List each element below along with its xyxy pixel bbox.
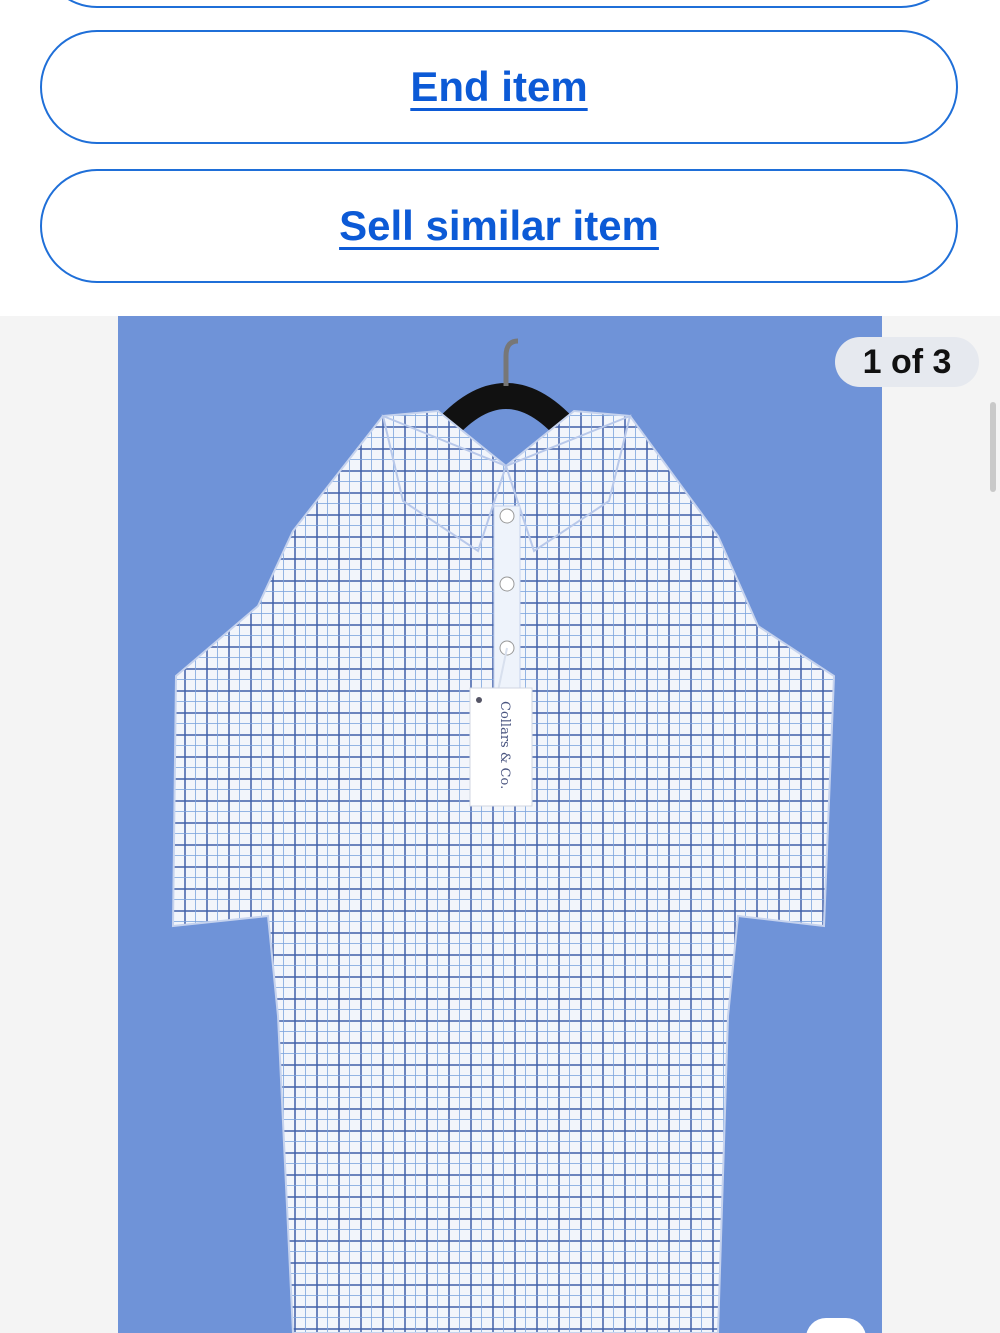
end-item-label: End item <box>410 63 588 110</box>
svg-text:Collars & Co.: Collars & Co. <box>497 701 512 789</box>
action-buttons-section: End item Sell similar item <box>0 0 1000 316</box>
sell-similar-item-label: Sell similar item <box>339 202 659 249</box>
end-item-button[interactable]: End item <box>40 30 958 144</box>
partial-action-button[interactable] <box>40 0 958 8</box>
product-photo[interactable]: Collars & Co. <box>118 316 882 1333</box>
image-gallery[interactable]: Collars & Co. 1 of 3 <box>0 316 1000 1333</box>
scrollbar-thumb[interactable] <box>990 402 996 492</box>
image-counter-badge: 1 of 3 <box>835 337 979 387</box>
sell-similar-item-button[interactable]: Sell similar item <box>40 169 958 283</box>
